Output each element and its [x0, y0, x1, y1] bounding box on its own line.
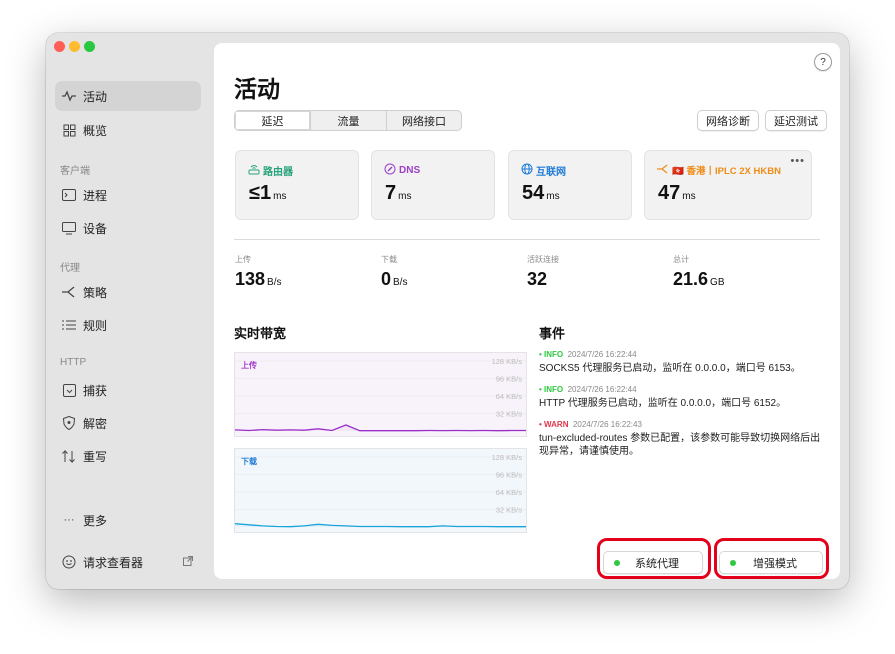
- globe-icon: [521, 163, 533, 178]
- router-label: 路由器: [248, 163, 293, 178]
- branch-icon: [61, 284, 77, 300]
- sidebar-item-label: 策略: [83, 285, 108, 300]
- external-link-icon[interactable]: [183, 555, 193, 569]
- viewer-icon: [61, 554, 77, 570]
- sidebar-item-devices[interactable]: 设备: [55, 213, 201, 243]
- stat-total: 总计 21.6 GB: [673, 255, 725, 289]
- router-latency-value: ≤1 ms: [249, 182, 287, 204]
- series-label: 下载: [241, 456, 257, 466]
- event-item: • INFO 2024/7/26 16:22:44 SOCKS5 代理服务已启动…: [539, 350, 801, 374]
- events-title: 事件: [539, 326, 566, 341]
- shield-icon: [61, 415, 77, 431]
- tab-latency[interactable]: 延迟: [235, 111, 310, 130]
- tick-label: 64 KB/s: [496, 488, 523, 497]
- router-icon: [248, 163, 260, 178]
- tick-label: 128 KB/s: [492, 357, 523, 366]
- network-diagnostics-button[interactable]: 网络诊断: [697, 110, 759, 131]
- tab-bar: 延迟 流量 网络接口: [234, 110, 462, 131]
- sidebar-item-label: 更多: [83, 513, 108, 528]
- sidebar-item-process[interactable]: 进程: [55, 180, 201, 210]
- sidebar-item-label: 捕获: [83, 383, 108, 398]
- sidebar-item-decrypt[interactable]: 解密: [55, 408, 201, 438]
- sidebar-item-label: 规则: [83, 318, 108, 333]
- sidebar-item-label: 概览: [83, 123, 108, 138]
- series-line: [235, 523, 526, 528]
- tick-label: 32 KB/s: [496, 410, 523, 419]
- list-icon: [61, 317, 77, 333]
- tick-label: 32 KB/s: [496, 506, 523, 515]
- event-list: • INFO 2024/7/26 16:22:44 SOCKS5 代理服务已启动…: [539, 350, 829, 468]
- upload-chart-svg: 128 KB/s 96 KB/s 64 KB/s 32 KB/s 上传: [235, 357, 526, 432]
- event-item: • INFO 2024/7/26 16:22:44 HTTP 代理服务已启动，监…: [539, 385, 787, 409]
- sidebar-item-label: 进程: [83, 188, 108, 203]
- latency-test-button[interactable]: 延迟测试: [765, 110, 827, 131]
- highlight-ring-enhanced-mode: [714, 538, 829, 579]
- sidebar-item-rules[interactable]: 规则: [55, 310, 201, 340]
- terminal-icon: [61, 187, 77, 203]
- series-label: 上传: [241, 360, 257, 370]
- tick-label: 96 KB/s: [496, 375, 523, 384]
- sidebar-section-client: 客户端: [60, 166, 90, 177]
- grid-icon: [61, 122, 77, 138]
- divider: [234, 239, 820, 240]
- sidebar-item-rewrite[interactable]: 重写: [55, 441, 201, 471]
- branch-icon: [657, 164, 669, 177]
- internet-label: 互联网: [521, 163, 566, 178]
- sidebar-item-label: 活动: [83, 89, 108, 104]
- main-panel: ? 活动 延迟 流量 网络接口 网络诊断 延迟测试 路由器 ≤1 ms DNS 7…: [214, 43, 840, 579]
- highlight-ring-system-proxy: [597, 538, 711, 579]
- sidebar-item-activity[interactable]: 活动: [55, 81, 201, 111]
- monitor-icon: [61, 220, 77, 236]
- sidebar-item-label: 请求查看器: [83, 555, 144, 570]
- activity-icon: [61, 88, 77, 104]
- tab-traffic[interactable]: 流量: [310, 111, 386, 130]
- stat-active-connections: 活跃连接 32: [527, 255, 559, 289]
- ellipsis-icon: ···: [63, 514, 75, 526]
- rewrite-icon: [61, 448, 77, 464]
- proxy-latency-value: 47 ms: [658, 182, 696, 204]
- sidebar-item-label: 重写: [83, 449, 108, 464]
- compass-icon: [384, 163, 396, 178]
- internet-latency-value: 54 ms: [522, 182, 560, 204]
- stat-download: 下载 0 B/s: [381, 255, 408, 289]
- sidebar-item-label: 解密: [83, 416, 108, 431]
- bandwidth-title: 实时带宽: [234, 326, 287, 341]
- tick-label: 64 KB/s: [496, 392, 523, 401]
- sidebar-item-policy[interactable]: 策略: [55, 277, 201, 307]
- app-window: 活动 概览 客户端 进程 设备 代理 策略 规则 HTTP 捕获 解密 重写 ·…: [46, 33, 849, 589]
- page-title: 活动: [234, 76, 280, 102]
- capture-icon: [61, 382, 77, 398]
- sidebar-item-request-viewer[interactable]: 请求查看器: [55, 547, 201, 577]
- upload-chart: 128 KB/s 96 KB/s 64 KB/s 32 KB/s 上传: [234, 352, 527, 437]
- sidebar-section-http: HTTP: [60, 357, 87, 368]
- sidebar-item-overview[interactable]: 概览: [55, 115, 201, 145]
- dns-label: DNS: [384, 163, 420, 178]
- sidebar-item-capture[interactable]: 捕获: [55, 375, 201, 405]
- latency-card-proxy[interactable]: 🇭🇰 香港丨IPLC 2X HKBN ••• 47 ms: [644, 150, 812, 220]
- stat-upload: 上传 138 B/s: [235, 255, 282, 289]
- dns-latency-value: 7 ms: [385, 182, 412, 204]
- event-item: • WARN 2024/7/26 16:22:43 tun-excluded-r…: [539, 420, 821, 457]
- series-line: [235, 424, 526, 432]
- sidebar-item-more[interactable]: ··· 更多: [55, 505, 201, 535]
- tick-label: 96 KB/s: [496, 471, 523, 480]
- download-chart: 128 KB/s 96 KB/s 64 KB/s 32 KB/s 下载: [234, 448, 527, 533]
- tick-label: 128 KB/s: [492, 453, 523, 462]
- sidebar-item-label: 设备: [83, 221, 108, 236]
- sidebar-section-proxy: 代理: [60, 263, 80, 274]
- latency-card-router: 路由器 ≤1 ms: [235, 150, 359, 220]
- more-options-icon[interactable]: •••: [790, 155, 805, 167]
- tab-interfaces[interactable]: 网络接口: [386, 111, 461, 130]
- download-chart-svg: 128 KB/s 96 KB/s 64 KB/s 32 KB/s 下载: [235, 453, 526, 528]
- help-button[interactable]: ?: [814, 53, 832, 71]
- proxy-label: 🇭🇰 香港丨IPLC 2X HKBN: [657, 163, 781, 177]
- latency-card-dns: DNS 7 ms: [371, 150, 495, 220]
- sidebar: 活动 概览 客户端 进程 设备 代理 策略 规则 HTTP 捕获 解密 重写 ·…: [46, 33, 214, 589]
- latency-card-internet: 互联网 54 ms: [508, 150, 632, 220]
